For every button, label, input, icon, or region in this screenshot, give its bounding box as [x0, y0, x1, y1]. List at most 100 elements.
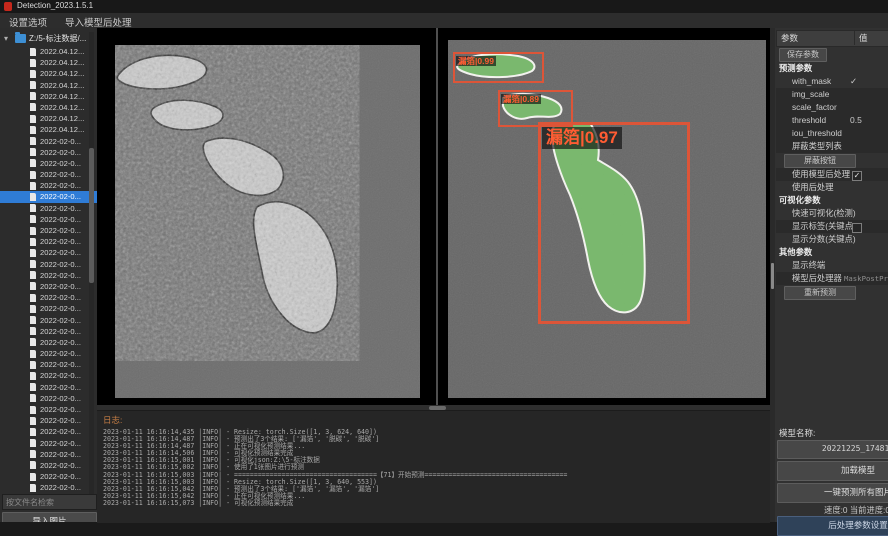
param-row: with_mask✓ — [776, 75, 888, 88]
detection-label: 漏箔|0.97 — [542, 127, 622, 149]
param-value[interactable]: ✓ — [850, 75, 857, 88]
file-icon — [30, 428, 36, 436]
file-icon — [30, 115, 36, 123]
scrollbar-thumb[interactable] — [89, 148, 94, 283]
list-item[interactable]: 2022-02-0... — [0, 482, 97, 493]
tree-root[interactable]: ▾ Z:/5-标注数据/... — [0, 32, 97, 45]
file-icon — [30, 406, 36, 414]
original-image-graphic — [115, 45, 420, 398]
file-name: 2022.04.12... — [40, 124, 84, 135]
param-row: 保存参数 — [776, 47, 888, 62]
list-item[interactable]: 2022.04.12... — [0, 124, 97, 135]
image-viewer: 漏箔|0.99漏箔|0.89漏箔|0.97 — [97, 28, 770, 405]
file-icon — [30, 159, 36, 167]
list-item[interactable]: 2022-02-0... — [0, 214, 97, 225]
list-item[interactable]: 2022-02-0... — [0, 191, 97, 202]
header-param: 参数 — [781, 31, 798, 45]
list-item[interactable]: 2022-02-0... — [0, 326, 97, 337]
file-name: 2022-02-0... — [40, 191, 81, 202]
list-item[interactable]: 2022.04.12... — [0, 80, 97, 91]
list-item[interactable]: 2022-02-0... — [0, 438, 97, 449]
file-icon — [30, 439, 36, 447]
splitter-handle[interactable] — [771, 263, 774, 289]
list-item[interactable]: 2022-02-0... — [0, 292, 97, 303]
log-line: 2023-01-11 16:16:15,073 |INFO| - 可视化预测结果… — [103, 500, 770, 507]
param-value[interactable] — [852, 223, 862, 233]
list-item[interactable]: 2022-02-0... — [0, 247, 97, 258]
tree-scrollbar[interactable] — [89, 32, 94, 494]
prediction-image[interactable]: 漏箔|0.99漏箔|0.89漏箔|0.97 — [448, 40, 766, 398]
list-item[interactable]: 2022-02-0... — [0, 471, 97, 482]
list-item[interactable]: 2022-02-0... — [0, 370, 97, 381]
detection-box[interactable]: 漏箔|0.97 — [538, 122, 690, 324]
title-bar: Detection_2023.1.5.1 — [0, 0, 888, 13]
import-images-button[interactable]: 导入图片 — [2, 512, 97, 522]
list-item[interactable]: 2022-02-0... — [0, 415, 97, 426]
splitter-handle[interactable] — [429, 406, 446, 410]
param-label: 显示标签(关键点) — [776, 220, 856, 233]
list-item[interactable]: 2022.04.12... — [0, 57, 97, 68]
file-name: 2022-02-0... — [40, 404, 81, 415]
list-item[interactable]: 2022-02-0... — [0, 426, 97, 437]
param-value[interactable]: MaskPostPro — [844, 272, 888, 285]
file-icon — [30, 193, 36, 201]
list-item[interactable]: 2022-02-0... — [0, 303, 97, 314]
list-item[interactable]: 2022-02-0... — [0, 225, 97, 236]
param-row: 显示分数(关键点) — [776, 233, 888, 246]
file-name: 2022-02-0... — [40, 259, 81, 270]
log-panel[interactable]: 日志: 2023-01-11 16:16:14,435 |INFO| - Res… — [97, 410, 770, 523]
list-item[interactable]: 2022-02-0... — [0, 259, 97, 270]
param-value[interactable]: ✓ — [852, 171, 862, 181]
list-item[interactable]: 2022-02-0... — [0, 147, 97, 158]
file-name: 2022-02-0... — [40, 370, 81, 381]
list-item[interactable]: 2022-02-0... — [0, 136, 97, 147]
postprocess-settings-button[interactable]: 后处理参数设置 — [777, 516, 888, 536]
menu-bar: 设置选项导入模型后处理 — [0, 13, 888, 29]
file-name: 2022-02-0... — [40, 247, 81, 258]
list-item[interactable]: 2022.04.12... — [0, 68, 97, 79]
search-input[interactable] — [2, 494, 97, 510]
file-icon — [30, 238, 36, 246]
list-item[interactable]: 2022-02-0... — [0, 359, 97, 370]
param-label: 可视化参数 — [776, 195, 821, 205]
model-name-field[interactable]: 20221225_174813 — [777, 440, 888, 459]
list-item[interactable]: 2022-02-0... — [0, 393, 97, 404]
file-icon — [30, 59, 36, 67]
list-item[interactable]: 2022-02-0... — [0, 169, 97, 180]
param-row: 可视化参数 — [776, 194, 888, 207]
param-value[interactable]: 0.5 — [850, 114, 862, 127]
list-item[interactable]: 2022-02-0... — [0, 382, 97, 393]
file-icon — [30, 137, 36, 145]
list-item[interactable]: 2022-02-0... — [0, 337, 97, 348]
list-item[interactable]: 2022-02-0... — [0, 281, 97, 292]
detection-box[interactable]: 漏箔|0.99 — [453, 52, 544, 83]
param-label: 其他参数 — [776, 247, 812, 257]
list-item[interactable]: 2022-02-0... — [0, 236, 97, 247]
list-item[interactable]: 2022-02-0... — [0, 315, 97, 326]
file-name: 2022-02-0... — [40, 393, 81, 404]
list-item[interactable]: 2022.04.12... — [0, 102, 97, 113]
file-name: 2022-02-0... — [40, 136, 81, 147]
list-item[interactable]: 2022-02-0... — [0, 180, 97, 191]
list-item[interactable]: 2022.04.12... — [0, 91, 97, 102]
original-image[interactable] — [115, 45, 420, 398]
list-item[interactable]: 2022-02-0... — [0, 404, 97, 415]
file-icon — [30, 383, 36, 391]
detection-label: 漏箔|0.99 — [456, 56, 496, 66]
pane-splitter[interactable] — [436, 28, 438, 405]
param-row: 屏蔽按钮 — [776, 153, 888, 168]
list-item[interactable]: 2022-02-0... — [0, 158, 97, 169]
list-item[interactable]: 2022-02-0... — [0, 449, 97, 460]
list-item[interactable]: 2022-02-0... — [0, 270, 97, 281]
list-item[interactable]: 2022.04.12... — [0, 46, 97, 57]
list-item[interactable]: 2022-02-0... — [0, 203, 97, 214]
param-row: 其他参数 — [776, 246, 888, 259]
file-name: 2022-02-0... — [40, 203, 81, 214]
list-item[interactable]: 2022-02-0... — [0, 460, 97, 471]
predict-all-button[interactable]: 一键预测所有图片 — [777, 483, 888, 503]
list-item[interactable]: 2022-02-0... — [0, 348, 97, 359]
file-icon — [30, 48, 36, 56]
list-item[interactable]: 2022.04.12... — [0, 113, 97, 124]
load-model-button[interactable]: 加载模型 — [777, 461, 888, 481]
param-label: 屏蔽类型列表 — [776, 140, 842, 153]
